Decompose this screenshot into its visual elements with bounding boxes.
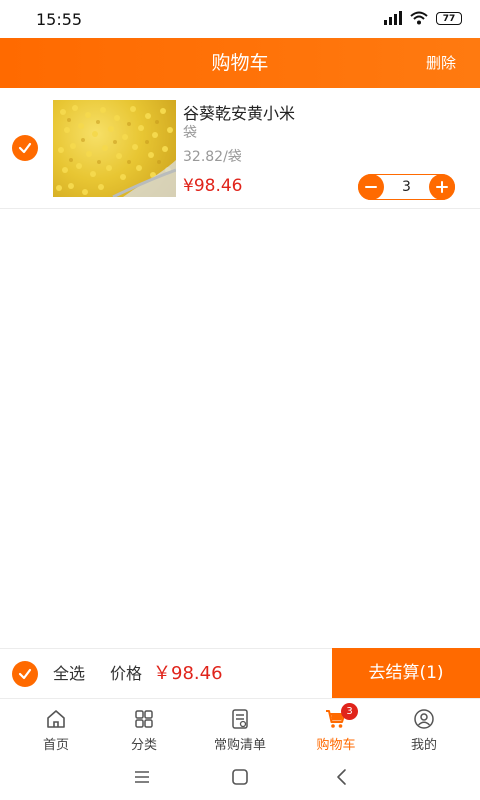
checkmark-icon xyxy=(18,668,32,680)
select-all-checkbox[interactable] xyxy=(12,661,38,687)
quantity-value[interactable]: 3 xyxy=(385,175,428,199)
wifi-icon xyxy=(410,11,428,25)
app-header: 购物车 删除 xyxy=(0,38,480,88)
status-icons: 77 xyxy=(384,11,462,25)
tab-label: 分类 xyxy=(130,738,157,753)
product-image[interactable] xyxy=(53,100,176,197)
home-square-icon[interactable] xyxy=(228,766,252,788)
minus-icon xyxy=(365,186,377,188)
product-total-price: ¥98.46 xyxy=(183,176,243,196)
user-icon xyxy=(414,709,434,729)
delete-button[interactable]: 删除 xyxy=(426,38,456,88)
tab-cart[interactable]: 3 购物车 xyxy=(288,699,384,755)
menu-icon[interactable] xyxy=(130,766,154,788)
cart-count-badge: 3 xyxy=(341,703,358,720)
item-select-checkbox[interactable] xyxy=(12,135,38,161)
tab-frequent-list[interactable]: 常购清单 xyxy=(192,699,288,755)
signal-icon xyxy=(384,11,402,25)
millet-grains xyxy=(56,105,176,197)
list-icon xyxy=(232,709,248,729)
grid-icon xyxy=(135,710,153,728)
plus-icon xyxy=(436,181,448,193)
increase-quantity-button[interactable] xyxy=(429,174,455,200)
product-unit: 袋 xyxy=(183,125,197,141)
tab-home[interactable]: 首页 xyxy=(8,699,104,755)
back-icon[interactable] xyxy=(330,766,354,788)
product-name[interactable]: 谷葵乾安黄小米 xyxy=(183,100,295,124)
checkmark-icon xyxy=(18,142,32,154)
tab-label: 我的 xyxy=(410,738,437,753)
tab-label: 购物车 xyxy=(316,738,356,753)
tab-category[interactable]: 分类 xyxy=(96,699,192,755)
decrease-quantity-button[interactable] xyxy=(358,174,384,200)
system-nav-bar xyxy=(0,754,480,800)
cart-item: 谷葵乾安黄小米 袋 32.82/袋 ¥98.46 3 xyxy=(0,90,480,209)
product-unit-price: 32.82/袋 xyxy=(183,149,242,165)
battery-icon: 77 xyxy=(436,11,462,25)
page-title: 购物车 xyxy=(211,52,269,74)
tab-label: 首页 xyxy=(42,738,69,753)
cart-summary-bar: 全选 价格 ￥98.46 去结算(1) xyxy=(0,648,480,699)
select-all-label[interactable]: 全选 xyxy=(53,649,85,699)
status-time: 15:55 xyxy=(36,10,83,29)
checkout-button[interactable]: 去结算(1) xyxy=(332,648,480,699)
total-price-value: ￥98.46 xyxy=(153,663,223,684)
quantity-stepper: 3 xyxy=(358,174,455,200)
tab-label: 常购清单 xyxy=(213,738,266,753)
tab-bar: 首页 分类 常购清单 3 购物车 我的 xyxy=(0,698,480,755)
total-price-label: 价格 xyxy=(110,664,143,683)
tab-profile[interactable]: 我的 xyxy=(376,699,472,755)
status-bar: 15:55 77 xyxy=(0,0,480,38)
home-icon xyxy=(47,710,65,728)
